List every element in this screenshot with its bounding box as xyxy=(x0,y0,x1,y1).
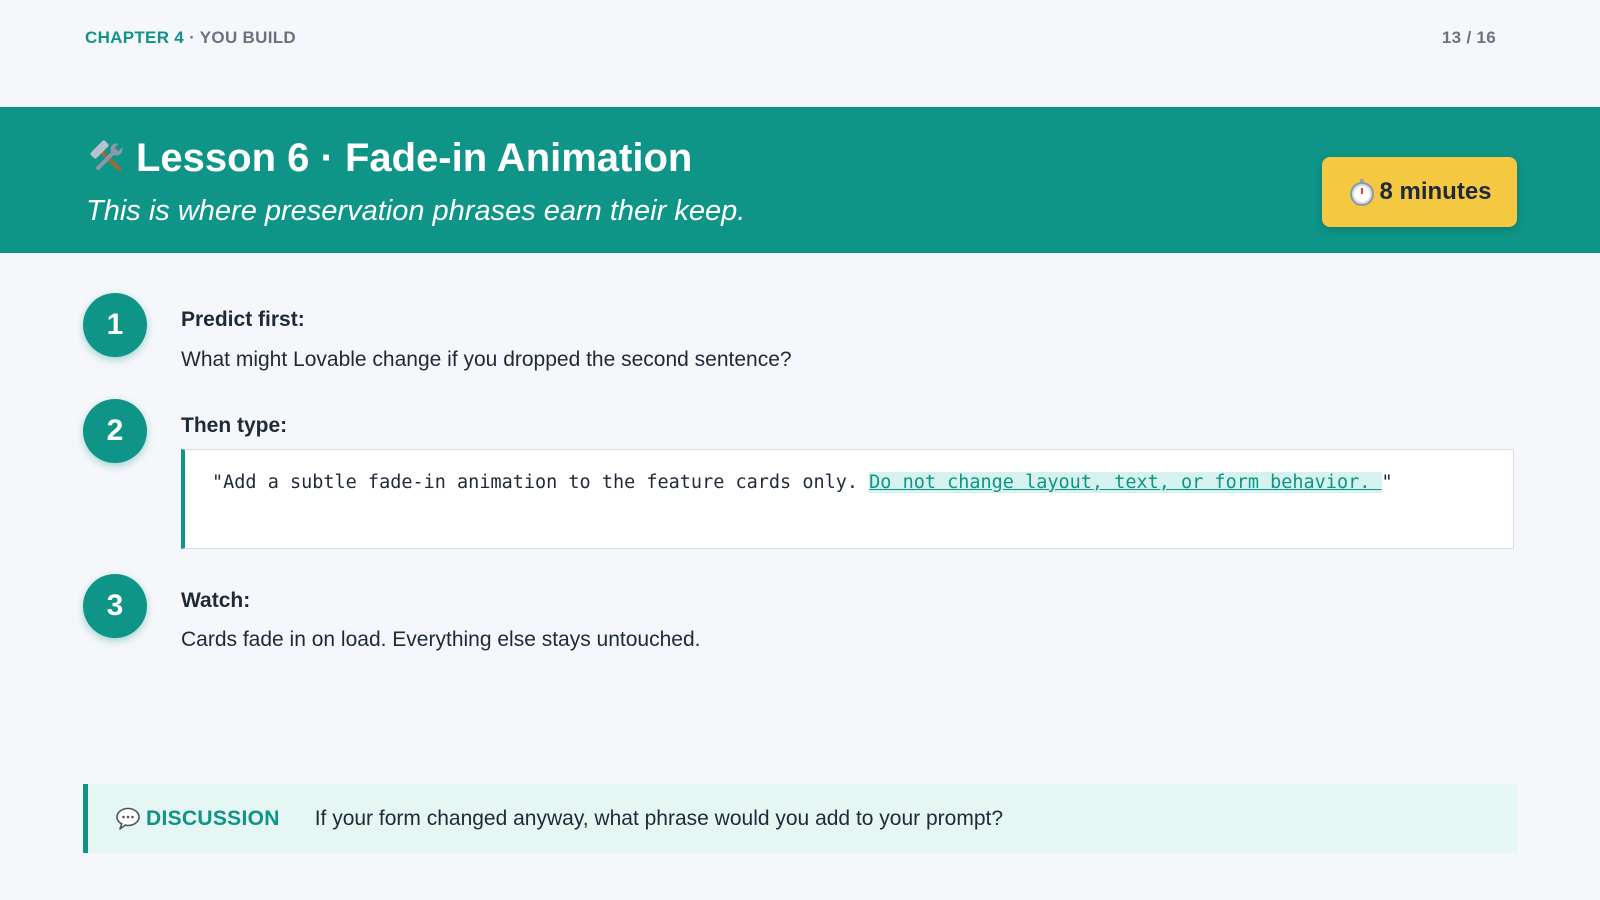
breadcrumb-section: YOU BUILD xyxy=(199,28,296,47)
stopwatch-icon xyxy=(1347,177,1377,207)
prompt-text: "Add a subtle fade-in animation to the f… xyxy=(212,472,1393,493)
step-3: 3 Watch: Cards fade in on load. Everythi… xyxy=(83,574,1517,664)
prompt-plain-text: Add a subtle fade-in animation to the fe… xyxy=(223,472,870,493)
step-1: 1 Predict first: What might Lovable chan… xyxy=(83,293,1517,383)
page-counter: 13 / 16 xyxy=(1441,28,1496,47)
step-label: Watch: xyxy=(181,589,251,612)
step-number: 3 xyxy=(83,574,147,638)
duration-badge: 8 minutes xyxy=(1322,157,1517,227)
breadcrumb: CHAPTER 4 · YOU BUILD xyxy=(85,28,296,48)
breadcrumb-separator: · xyxy=(189,28,196,47)
step-2: 2 Then type: "Add a subtle fade-in anima… xyxy=(83,399,1517,559)
step-text: Cards fade in on load. Everything else s… xyxy=(181,628,701,651)
hammer-and-wrench-icon xyxy=(86,136,130,180)
discussion-callout: DISCUSSION If your form changed anyway, … xyxy=(83,784,1517,853)
discussion-label: DISCUSSION xyxy=(146,806,280,830)
breadcrumb-chapter: CHAPTER 4 xyxy=(85,28,185,47)
step-text: What might Lovable change if you dropped… xyxy=(181,348,792,371)
lesson-title-row: Lesson 6 · Fade-in Animation xyxy=(86,133,692,183)
prompt-open-quote: " xyxy=(212,472,224,493)
step-label: Predict first: xyxy=(181,308,305,331)
step-number: 2 xyxy=(83,399,147,463)
discussion-question: If your form changed anyway, what phrase… xyxy=(314,806,1004,830)
lesson-banner: Lesson 6 · Fade-in Animation This is whe… xyxy=(0,107,1600,253)
step-label: Then type: xyxy=(181,414,288,437)
preservation-phrase-highlight: Do not change layout, text, or form beha… xyxy=(869,472,1382,493)
lesson-title: Lesson 6 · Fade-in Animation xyxy=(136,136,693,180)
step-number: 1 xyxy=(83,293,147,357)
speech-bubble-icon xyxy=(115,806,141,832)
top-bar: CHAPTER 4 · YOU BUILD 13 / 16 xyxy=(85,27,1496,49)
prompt-close-quote: " xyxy=(1381,472,1393,493)
duration-label: 8 minutes xyxy=(1379,178,1492,205)
lesson-subtitle: This is where preservation phrases earn … xyxy=(86,195,746,227)
prompt-code-box: "Add a subtle fade-in animation to the f… xyxy=(181,449,1514,549)
